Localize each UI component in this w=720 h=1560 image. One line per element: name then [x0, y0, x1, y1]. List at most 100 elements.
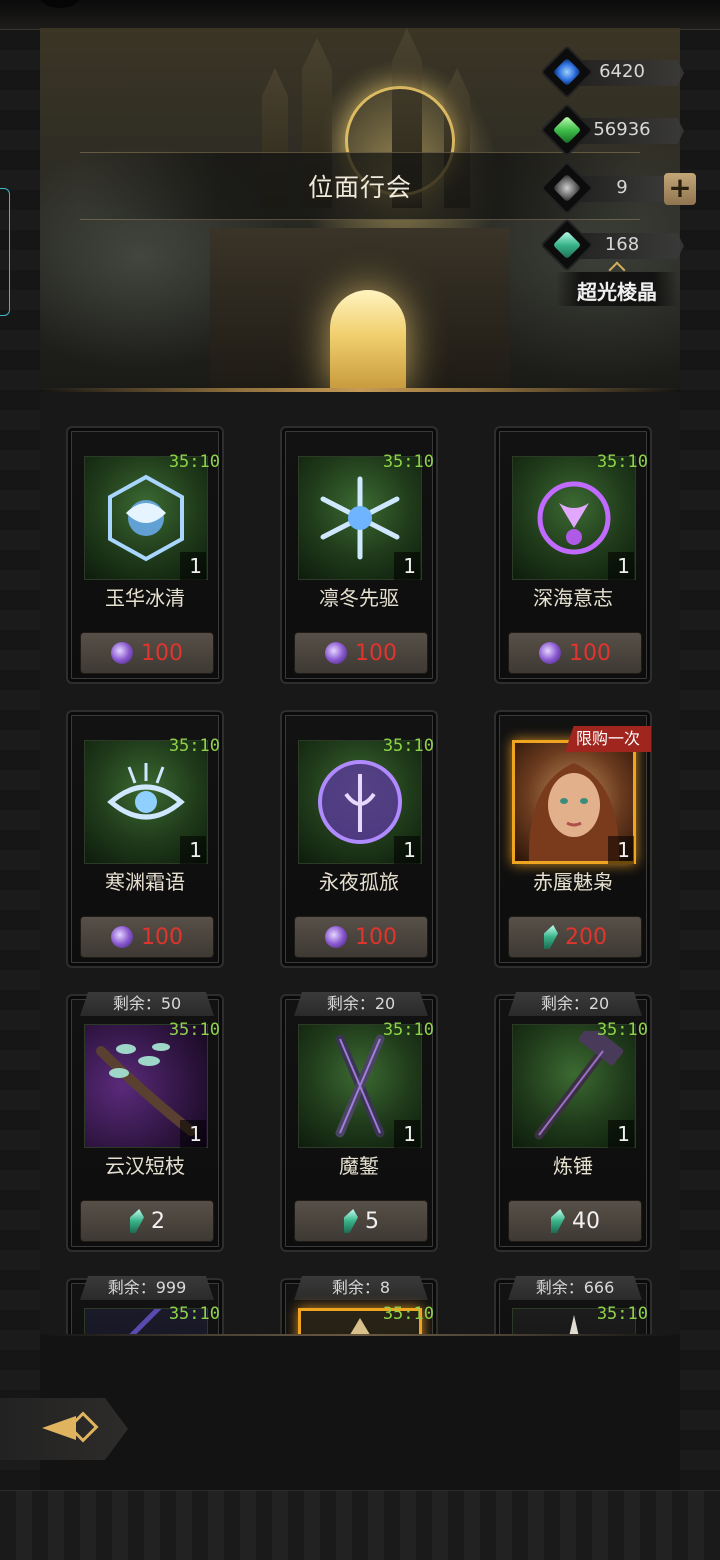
purple-orb-icon — [111, 926, 133, 948]
remaining-count: 剩余：8 — [294, 1276, 428, 1300]
item-quantity: 1 — [394, 552, 420, 580]
currency-label-text: 超光棱晶 — [577, 280, 657, 304]
purple-orb-icon — [325, 926, 347, 948]
remaining-count: 剩余：20 — [508, 992, 642, 1016]
item-price: 100 — [569, 640, 611, 666]
buy-button[interactable]: 200 — [508, 916, 642, 958]
buy-button[interactable]: 100 — [294, 916, 428, 958]
item-name: 赤蜃魅枭 — [533, 870, 613, 894]
item-price: 200 — [565, 924, 607, 950]
item-quantity: 1 — [180, 1120, 206, 1148]
blade-icon — [569, 1314, 579, 1334]
buy-button[interactable]: 100 — [294, 632, 428, 674]
item-price: 5 — [365, 1208, 379, 1234]
item-name: 炼锤 — [553, 1154, 593, 1178]
remaining-count: 剩余：999 — [80, 1276, 214, 1300]
remaining-count: 剩余：666 — [508, 1276, 642, 1300]
item-timer: 35:10 — [382, 736, 434, 756]
bottom-frame — [0, 1490, 720, 1560]
item-price: 100 — [141, 924, 183, 950]
currency-green-crystal[interactable]: 56936 — [540, 103, 684, 157]
prism-icon — [540, 925, 560, 949]
buy-button[interactable]: 40 — [508, 1200, 642, 1242]
shop-item-card[interactable]: 35:10 1 寒渊霜语 100 — [66, 710, 224, 968]
currency-blue-flame[interactable]: 6420 — [540, 45, 684, 99]
back-button[interactable] — [0, 1398, 128, 1460]
item-quantity: 1 — [180, 836, 206, 864]
prism-icon — [126, 1209, 146, 1233]
item-timer: 35:10 — [596, 452, 648, 472]
shop-item-card[interactable]: 35:10 1 深海意志 100 — [494, 426, 652, 684]
currency-hyperlight-prism[interactable]: 168 — [540, 218, 684, 272]
item-timer: 35:10 — [596, 1304, 648, 1324]
item-quantity: 1 — [394, 836, 420, 864]
prism-icon — [547, 1209, 567, 1233]
currency-tooltip-label: 超光棱晶 — [556, 261, 678, 306]
snowflake-emblem-icon — [320, 476, 400, 560]
purple-orb-icon — [111, 642, 133, 664]
buy-button[interactable]: 100 — [80, 916, 214, 958]
item-quantity: 1 — [394, 1120, 420, 1148]
purple-orb-icon — [325, 642, 347, 664]
item-timer: 35:10 — [168, 1304, 220, 1324]
item-name: 玉华冰清 — [105, 586, 185, 610]
item-name: 寒渊霜语 — [105, 870, 185, 894]
frost-eye-emblem-icon — [107, 763, 185, 820]
prism-icon — [340, 1209, 360, 1233]
item-price: 2 — [151, 1208, 165, 1234]
item-price: 100 — [355, 640, 397, 666]
shop-item-card[interactable]: 剩余：20 35:10 1 炼锤 40 — [494, 992, 652, 1252]
page-title: 位面行会 — [307, 173, 412, 202]
item-name: 云汉短枝 — [105, 1154, 185, 1178]
item-name: 深海意志 — [533, 586, 613, 610]
abyss-demon-emblem-icon — [537, 481, 611, 555]
ice-phoenix-emblem-icon — [108, 474, 184, 562]
item-quantity: 1 — [608, 552, 634, 580]
remaining-count: 剩余：50 — [80, 992, 214, 1016]
shop-item-card[interactable]: 35:10 1 玉华冰清 100 — [66, 426, 224, 684]
shop-item-card[interactable]: 剩余：8 35:10 — [280, 1276, 438, 1334]
item-timer: 35:10 — [168, 1020, 220, 1040]
buy-button[interactable]: 100 — [80, 632, 214, 674]
shop-item-card[interactable]: 剩余：50 35:10 1 云汉短枝 2 — [66, 992, 224, 1252]
shop-item-card[interactable]: 剩余：666 35:10 — [494, 1276, 652, 1334]
banner-gate-light — [330, 290, 406, 390]
currency-value: 168 — [604, 234, 640, 255]
top-orb — [40, 0, 80, 8]
buy-button[interactable]: 2 — [80, 1200, 214, 1242]
item-name: 永夜孤旅 — [319, 870, 399, 894]
item-timer: 35:10 — [382, 452, 434, 472]
shop-item-card[interactable]: 剩余：999 35:10 — [66, 1276, 224, 1334]
currency-value: 9 — [616, 177, 628, 198]
right-frame-pattern — [680, 0, 720, 1490]
limit-once-badge: 限购一次 — [565, 726, 651, 752]
shop-item-card[interactable]: 剩余：20 35:10 1 魔錾 5 — [280, 992, 438, 1252]
item-name: 魔錾 — [339, 1154, 379, 1178]
remaining-count: 剩余：20 — [294, 992, 428, 1016]
item-timer: 35:10 — [168, 736, 220, 756]
item-price: 100 — [355, 924, 397, 950]
top-frame — [0, 0, 720, 30]
shop-grid[interactable]: 35:10 1 玉华冰清 100 35:10 1 凛冬先驱 100 35:10 … — [40, 392, 680, 1334]
item-price: 40 — [572, 1208, 600, 1234]
item-quantity: 1 — [608, 836, 634, 864]
item-timer: 35:10 — [168, 452, 220, 472]
add-currency-button[interactable]: + — [664, 173, 696, 205]
item-price: 100 — [141, 640, 183, 666]
shop-item-card[interactable]: 35:10 1 凛冬先驱 100 — [280, 426, 438, 684]
item-timer: 35:10 — [382, 1020, 434, 1040]
buy-button[interactable]: 5 — [294, 1200, 428, 1242]
currency-value: 6420 — [599, 61, 645, 82]
item-quantity: 1 — [608, 1120, 634, 1148]
currency-value: 56936 — [593, 119, 651, 140]
shop-item-card[interactable]: 35:10 1 永夜孤旅 100 — [280, 710, 438, 968]
purple-orb-icon — [539, 642, 561, 664]
item-timer: 35:10 — [596, 1020, 648, 1040]
shop-item-card[interactable]: 限购一次 1 赤蜃魅枭 200 — [494, 710, 652, 968]
item-timer: 35:10 — [382, 1304, 434, 1324]
shop-bottom-divider — [40, 1334, 680, 1336]
buy-button[interactable]: 100 — [508, 632, 642, 674]
side-tab-indicator[interactable] — [0, 188, 10, 316]
item-quantity: 1 — [180, 552, 206, 580]
item-name: 凛冬先驱 — [319, 586, 399, 610]
